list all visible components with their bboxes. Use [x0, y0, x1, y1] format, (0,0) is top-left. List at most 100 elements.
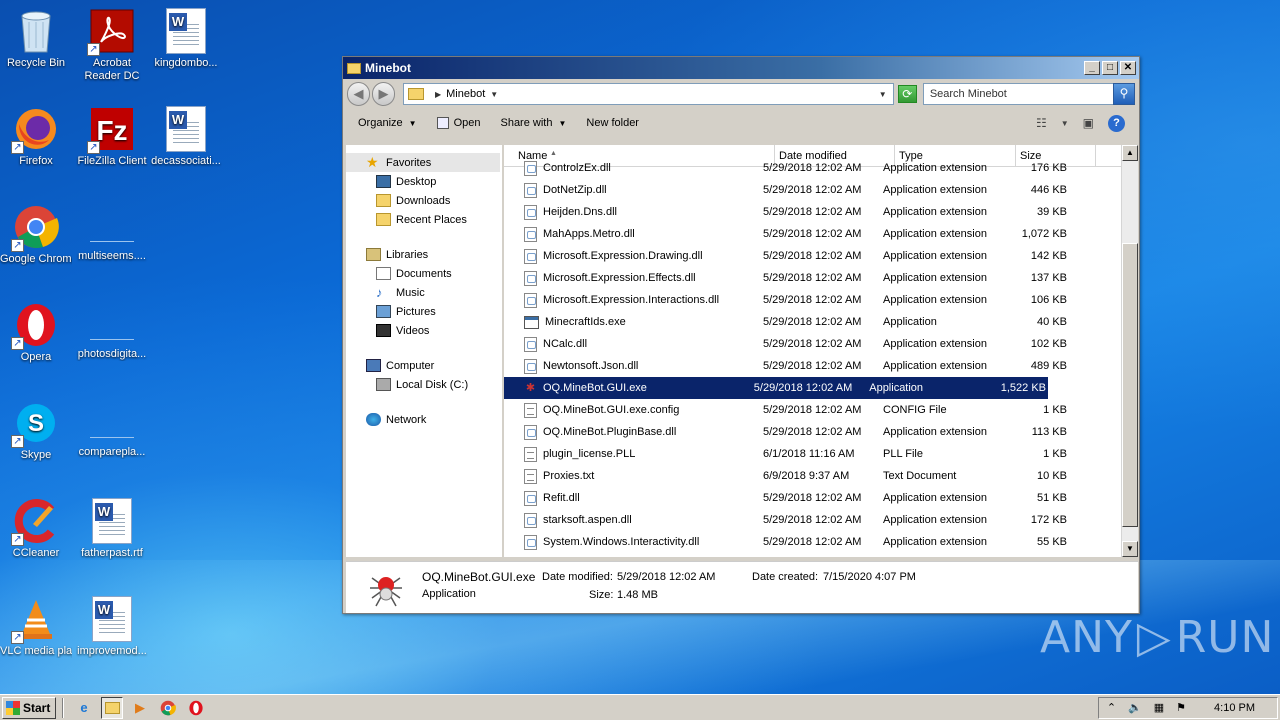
refresh-button[interactable]: ⟳	[897, 85, 917, 103]
scroll-down-icon[interactable]: ▼	[1122, 541, 1138, 557]
file-row[interactable]: Microsoft.Expression.Effects.dll 5/29/201…	[504, 267, 1094, 289]
internet-explorer-icon[interactable]: e	[73, 697, 95, 719]
file-row[interactable]: MinecraftIds.exe 5/29/2018 12:02 AM Applic…	[504, 311, 1094, 333]
file-row[interactable]: Proxies.txt 6/9/2018 9:37 AM Text Document…	[504, 465, 1094, 487]
nav-recent-places[interactable]: Recent Places	[346, 210, 502, 229]
desktop-icon-ccleaner[interactable]: ↗ CCleaner	[0, 498, 72, 560]
nav-videos[interactable]: Videos	[346, 321, 502, 340]
desktop-icon-google-chrome[interactable]: ↗ Google Chrome	[0, 204, 72, 266]
share-with-button[interactable]: Share with ▼	[500, 117, 566, 129]
nav-local-disk[interactable]: Local Disk (C:)	[346, 375, 502, 394]
file-date-cell: 5/29/2018 12:02 AM	[763, 272, 862, 284]
open-label: Open	[453, 117, 481, 129]
scrollbar-thumb[interactable]	[1122, 243, 1138, 527]
explorer-taskbar-button[interactable]	[101, 696, 123, 719]
nav-desktop[interactable]: Desktop	[346, 172, 502, 191]
minimize-button[interactable]: _	[1084, 61, 1100, 75]
file-date-cell: 6/9/2018 9:37 AM	[763, 470, 850, 482]
videos-icon	[376, 324, 391, 337]
chevron-down-icon[interactable]: ▼	[490, 90, 498, 99]
search-input[interactable]: Search Minebot ⚲	[922, 83, 1135, 105]
nav-network[interactable]: Network	[346, 410, 502, 429]
nav-libraries[interactable]: Libraries	[346, 245, 502, 264]
desktop-icon-label: Acrobat Reader DC	[84, 57, 140, 82]
spider-app-icon: ✱	[525, 381, 536, 394]
breadcrumb-minebot[interactable]: Minebot	[446, 88, 485, 100]
clock[interactable]: 4:10 PM	[1214, 702, 1255, 714]
file-row[interactable]: ControlzEx.dll 5/29/2018 12:02 AM Applicat…	[504, 157, 1094, 179]
file-row[interactable]: ✱ OQ.MineBot.GUI.exe 5/29/2018 12:02 AM App…	[504, 377, 1048, 399]
preview-pane-icon[interactable]: ▣	[1083, 116, 1094, 130]
desktop-icon-fatherpast[interactable]: W fatherpast.rtf	[76, 498, 148, 560]
file-row[interactable]: plugin_license.PLL 6/1/2018 11:16 AM PLL F…	[504, 443, 1094, 465]
address-dropdown-icon[interactable]: ▼	[879, 90, 887, 99]
desktop-icon-vlc[interactable]: ↗ VLC media player	[0, 596, 72, 658]
file-row[interactable]: NCalc.dll 5/29/2018 12:02 AM Application e…	[504, 333, 1094, 355]
nav-favorites[interactable]: ★ Favorites	[346, 153, 500, 172]
title-bar[interactable]: Minebot _ □ ✕	[343, 57, 1139, 79]
search-icon[interactable]: ⚲	[1112, 83, 1135, 105]
desktop-icon-kingdombo[interactable]: W kingdombo...	[150, 8, 222, 70]
vertical-scrollbar[interactable]: ▲ ▼	[1121, 145, 1138, 557]
desktop-icon-improvemod[interactable]: W improvemod...	[76, 596, 148, 658]
nav-music[interactable]: ♪ Music	[346, 283, 502, 302]
file-row[interactable]: starksoft.aspen.dll 5/29/2018 12:02 AM App…	[504, 509, 1094, 531]
file-row[interactable]: DotNetZip.dll 5/29/2018 12:02 AM Applicati…	[504, 179, 1094, 201]
media-player-icon[interactable]: ▶	[129, 697, 151, 719]
desktop-icon-multiseems[interactable]: multiseems....	[76, 204, 148, 263]
scroll-up-icon[interactable]: ▲	[1122, 145, 1138, 161]
file-row[interactable]: Heijden.Dns.dll 5/29/2018 12:02 AM Applica…	[504, 201, 1094, 223]
desktop-icon-recycle-bin[interactable]: Recycle Bin	[0, 8, 72, 70]
network-status-icon[interactable]: ▦	[1154, 701, 1164, 714]
file-row[interactable]: Microsoft.Expression.Drawing.dll 5/29/201…	[504, 245, 1094, 267]
nav-pictures[interactable]: Pictures	[346, 302, 502, 321]
nav-downloads[interactable]: Downloads	[346, 191, 502, 210]
file-row[interactable]: System.Windows.Interactivity.dll 5/29/201…	[504, 531, 1094, 553]
file-size-cell: 446 KB	[1030, 184, 1067, 196]
file-row[interactable]: OQ.MineBot.PluginBase.dll 5/29/2018 12:02…	[504, 421, 1094, 443]
open-button[interactable]: Open	[436, 117, 481, 129]
opera-icon[interactable]	[185, 697, 207, 719]
desktop-icon-photosdigita[interactable]: photosdigita...	[76, 302, 148, 361]
action-center-flag-icon[interactable]: ⚑	[1176, 701, 1186, 714]
nav-computer[interactable]: Computer	[346, 356, 502, 375]
maximize-button[interactable]: □	[1102, 61, 1118, 75]
organize-button[interactable]: Organize ▼	[358, 117, 417, 129]
back-button[interactable]: ◀	[347, 82, 370, 106]
desktop-icon-skype[interactable]: S ↗ Skype	[0, 400, 72, 462]
breadcrumb-arrow-icon[interactable]: ▶	[435, 90, 441, 99]
file-name: OQ.MineBot.PluginBase.dll	[543, 426, 677, 438]
file-name: System.Windows.Interactivity.dll	[543, 536, 700, 548]
start-button[interactable]: Start	[2, 696, 56, 719]
help-icon[interactable]: ?	[1108, 114, 1125, 132]
file-row[interactable]: MahApps.Metro.dll 5/29/2018 12:02 AM Appli…	[504, 223, 1094, 245]
file-name-cell: MinecraftIds.exe	[504, 315, 759, 329]
file-row[interactable]: Microsoft.Expression.Interactions.dll 5/2…	[504, 289, 1094, 311]
show-hidden-icons-icon[interactable]: ⌃	[1107, 701, 1116, 714]
file-name: MinecraftIds.exe	[545, 316, 626, 328]
desktop-icon-firefox[interactable]: ↗ Firefox	[0, 106, 72, 168]
nav-documents[interactable]: Documents	[346, 264, 502, 283]
view-options-icon[interactable]: ☷	[1036, 116, 1047, 130]
network-icon	[366, 413, 381, 426]
file-row[interactable]: Refit.dll 5/29/2018 12:02 AM Application e…	[504, 487, 1094, 509]
volume-icon[interactable]: 🔈	[1128, 701, 1142, 714]
close-button[interactable]: ✕	[1120, 61, 1136, 75]
desktop-icon-comparepla[interactable]: comparepla...	[76, 400, 148, 459]
dll-file-icon	[524, 490, 537, 506]
desktop-icon-decassociati[interactable]: W decassociati...	[150, 106, 222, 168]
explorer-window[interactable]: Minebot _ □ ✕ ◀ ▶ ▶ Minebot ▼ ▼ ⟳ Search…	[342, 56, 1140, 614]
file-row[interactable]: OQ.MineBot.GUI.exe.config 5/29/2018 12:02…	[504, 399, 1094, 421]
chevron-down-icon[interactable]: ▼	[1061, 119, 1069, 128]
forward-button[interactable]: ▶	[371, 82, 395, 106]
address-field[interactable]: ▶ Minebot ▼ ▼	[402, 83, 894, 105]
file-row[interactable]: Newtonsoft.Json.dll 5/29/2018 12:02 AM App…	[504, 355, 1094, 377]
file-name: starksoft.aspen.dll	[543, 514, 632, 526]
desktop-icon-filezilla[interactable]: Fz ↗ FileZilla Client	[76, 106, 148, 168]
dll-file-icon	[524, 512, 537, 528]
desktop-icon-acrobat[interactable]: ↗ Acrobat Reader DC	[76, 8, 148, 83]
nav-label: Videos	[396, 324, 430, 337]
new-folder-button[interactable]: New folder	[586, 117, 639, 129]
desktop-icon-opera[interactable]: ↗ Opera	[0, 302, 72, 364]
chrome-icon[interactable]	[157, 697, 179, 719]
